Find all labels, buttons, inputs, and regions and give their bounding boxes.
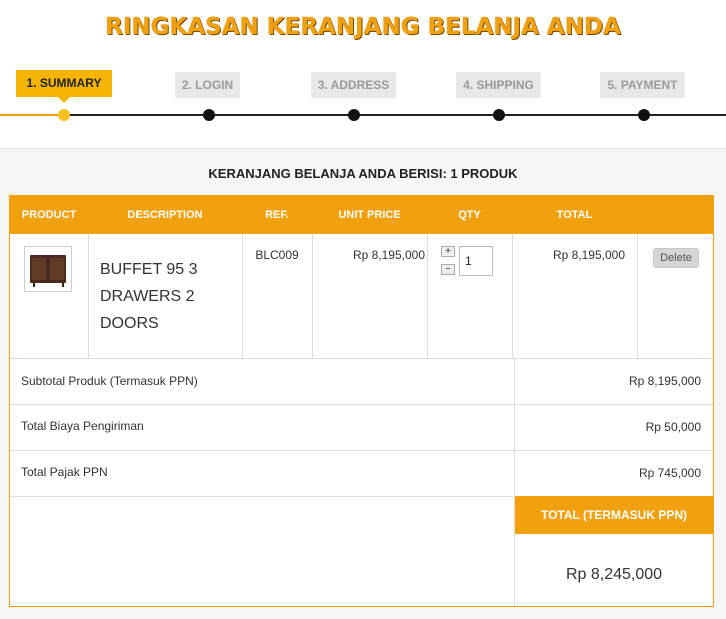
qty-decrease-button[interactable]: − bbox=[441, 264, 455, 275]
step-login[interactable]: 2. LOGIN bbox=[175, 72, 240, 98]
step-dot-payment bbox=[638, 109, 650, 121]
column-divider bbox=[312, 234, 313, 358]
column-header-description: DESCRIPTION bbox=[127, 209, 203, 221]
grand-total-value: Rp 8,245,000 bbox=[565, 566, 663, 583]
subtotal-label: Subtotal Produk (Termasuk PPN) bbox=[21, 374, 198, 388]
row-divider bbox=[10, 450, 713, 451]
grand-total-label: TOTAL (TERMASUK PPN) bbox=[515, 496, 713, 534]
column-header-unit-price: UNIT PRICE bbox=[338, 209, 401, 221]
column-header-ref: REF. bbox=[265, 209, 289, 221]
column-divider bbox=[512, 234, 513, 358]
column-header-product: PRODUCT bbox=[21, 209, 77, 221]
steps-progress-line bbox=[0, 114, 726, 116]
step-summary[interactable]: 1. SUMMARY bbox=[16, 70, 112, 103]
cart-table: PRODUCT DESCRIPTION REF. UNIT PRICE QTY … bbox=[9, 195, 714, 607]
column-divider bbox=[637, 234, 638, 358]
step-address[interactable]: 3. ADDRESS bbox=[311, 72, 396, 98]
buffet-cabinet-image[interactable] bbox=[24, 246, 72, 292]
cart-heading: KERANJANG BELANJA ANDA BERISI: 1 PRODUK bbox=[208, 166, 518, 181]
column-divider bbox=[427, 234, 428, 358]
step-shipping[interactable]: 4. SHIPPING bbox=[456, 72, 541, 98]
product-description[interactable]: BUFFET 95 3 DRAWERS 2 DOORS bbox=[100, 256, 240, 337]
column-header-qty: QTY bbox=[458, 209, 481, 221]
shipping-value: Rp 50,000 bbox=[645, 420, 701, 434]
step-dot-login bbox=[203, 109, 215, 121]
product-ref: BLC009 bbox=[255, 248, 299, 262]
row-divider bbox=[10, 358, 713, 359]
steps-progress-line-active bbox=[0, 114, 64, 116]
tax-value: Rp 745,000 bbox=[638, 466, 701, 480]
step-payment[interactable]: 5. PAYMENT bbox=[600, 72, 685, 98]
subtotal-value: Rp 8,195,000 bbox=[628, 374, 701, 388]
product-row-total: Rp 8,195,000 bbox=[552, 248, 625, 262]
step-dot-summary bbox=[58, 109, 70, 121]
page-title: RINGKASAN KERANJANG BELANJA ANDA bbox=[105, 14, 621, 40]
step-dot-address bbox=[348, 109, 360, 121]
cabinet-shape bbox=[30, 255, 66, 283]
row-divider bbox=[10, 404, 713, 405]
cabinet-leg bbox=[62, 283, 64, 287]
step-dot-shipping bbox=[493, 109, 505, 121]
column-header-total: TOTAL bbox=[556, 209, 593, 221]
shipping-label: Total Biaya Pengiriman bbox=[21, 419, 144, 433]
tax-label: Total Pajak PPN bbox=[21, 465, 108, 479]
column-divider bbox=[88, 234, 89, 358]
cabinet-leg bbox=[33, 283, 35, 287]
product-unit-price: Rp 8,195,000 bbox=[352, 248, 425, 262]
qty-increase-button[interactable]: + bbox=[441, 246, 455, 257]
delete-button[interactable]: Delete bbox=[653, 248, 699, 268]
qty-input[interactable] bbox=[459, 246, 493, 276]
cart-table-header: PRODUCT DESCRIPTION REF. UNIT PRICE QTY … bbox=[10, 196, 713, 234]
